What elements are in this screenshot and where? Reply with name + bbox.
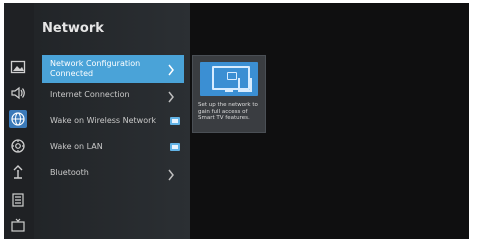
network-icon[interactable] xyxy=(9,110,27,128)
guide-icon[interactable] xyxy=(9,191,27,209)
support-icon[interactable] xyxy=(9,163,27,181)
sound-icon[interactable] xyxy=(9,84,27,102)
info-card: Set up the network to gain full access o… xyxy=(192,55,266,133)
system-icon[interactable] xyxy=(9,137,27,155)
network-setup-illustration xyxy=(200,62,258,96)
menu-item-bluetooth[interactable]: Bluetooth xyxy=(42,163,184,185)
menu-item-wake-on-lan[interactable]: Wake on LAN xyxy=(42,137,184,159)
info-text: Set up the network to gain full access o… xyxy=(198,102,258,121)
menu-item-label: Wake on Wireless Network xyxy=(50,116,157,125)
picture-icon[interactable] xyxy=(9,58,27,76)
chevron-right-icon xyxy=(166,89,176,103)
tv-settings-screen: Network Network Configuration Connected … xyxy=(4,3,469,239)
tv-icon[interactable] xyxy=(9,217,27,235)
menu-item-label: Bluetooth xyxy=(50,168,89,177)
menu-item-internet-connection[interactable]: Internet Connection xyxy=(42,85,184,107)
menu-item-wake-on-wireless-network[interactable]: Wake on Wireless Network xyxy=(42,111,184,133)
menu-item-network-configuration[interactable]: Network Configuration Connected xyxy=(42,55,184,83)
menu-item-label: Wake on LAN xyxy=(50,142,103,151)
page-title: Network xyxy=(42,21,104,36)
menu-item-status: Connected xyxy=(50,69,94,78)
toggle-switch[interactable] xyxy=(170,117,180,125)
toggle-switch[interactable] xyxy=(170,143,180,151)
menu-item-label: Network Configuration xyxy=(50,59,141,68)
menu-item-label: Internet Connection xyxy=(50,90,130,99)
chevron-right-icon xyxy=(166,167,176,181)
settings-panel: Network Network Configuration Connected … xyxy=(4,3,190,239)
category-rail xyxy=(4,3,34,239)
chevron-right-icon xyxy=(166,62,176,76)
